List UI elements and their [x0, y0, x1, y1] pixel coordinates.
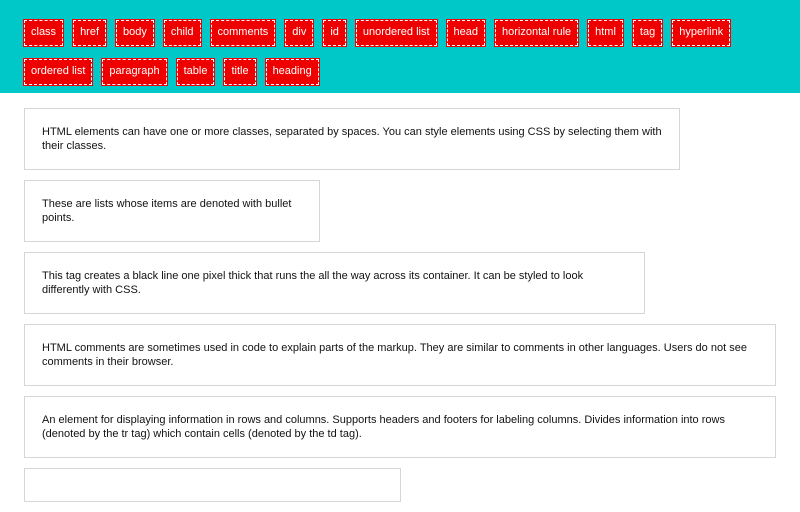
tag-button-id[interactable]: id [322, 19, 347, 47]
tag-button-body[interactable]: body [115, 19, 155, 47]
definition-card[interactable]: HTML elements can have one or more class… [24, 108, 680, 170]
tag-button-paragraph[interactable]: paragraph [101, 58, 168, 86]
tag-button-table[interactable]: table [175, 58, 216, 86]
tag-header: class href body child comments div id un… [0, 0, 800, 93]
tag-button-ordered-list[interactable]: ordered list [22, 58, 94, 86]
tag-button-class[interactable]: class [22, 19, 65, 47]
tag-button-child[interactable]: child [162, 19, 202, 47]
tag-button-unordered-list[interactable]: unordered list [354, 19, 438, 47]
definition-card[interactable]: An element for displaying information in… [24, 396, 776, 458]
tag-button-head[interactable]: head [445, 19, 487, 47]
definition-card[interactable] [24, 468, 401, 502]
tag-button-comments[interactable]: comments [209, 19, 277, 47]
tag-button-hyperlink[interactable]: hyperlink [671, 19, 732, 47]
tag-button-div[interactable]: div [284, 19, 315, 47]
tag-button-tag[interactable]: tag [631, 19, 664, 47]
tag-button-title[interactable]: title [223, 58, 257, 86]
definition-card[interactable]: These are lists whose items are denoted … [24, 180, 320, 242]
tag-button-html[interactable]: html [587, 19, 624, 47]
tag-button-horizontal-rule[interactable]: horizontal rule [494, 19, 580, 47]
tag-button-heading[interactable]: heading [264, 58, 320, 86]
definition-card[interactable]: HTML comments are sometimes used in code… [24, 324, 776, 386]
definition-list: HTML elements can have one or more class… [24, 108, 776, 512]
tag-list: class href body child comments div id un… [22, 19, 794, 88]
tag-button-href[interactable]: href [72, 19, 108, 47]
definition-card[interactable]: This tag creates a black line one pixel … [24, 252, 645, 314]
